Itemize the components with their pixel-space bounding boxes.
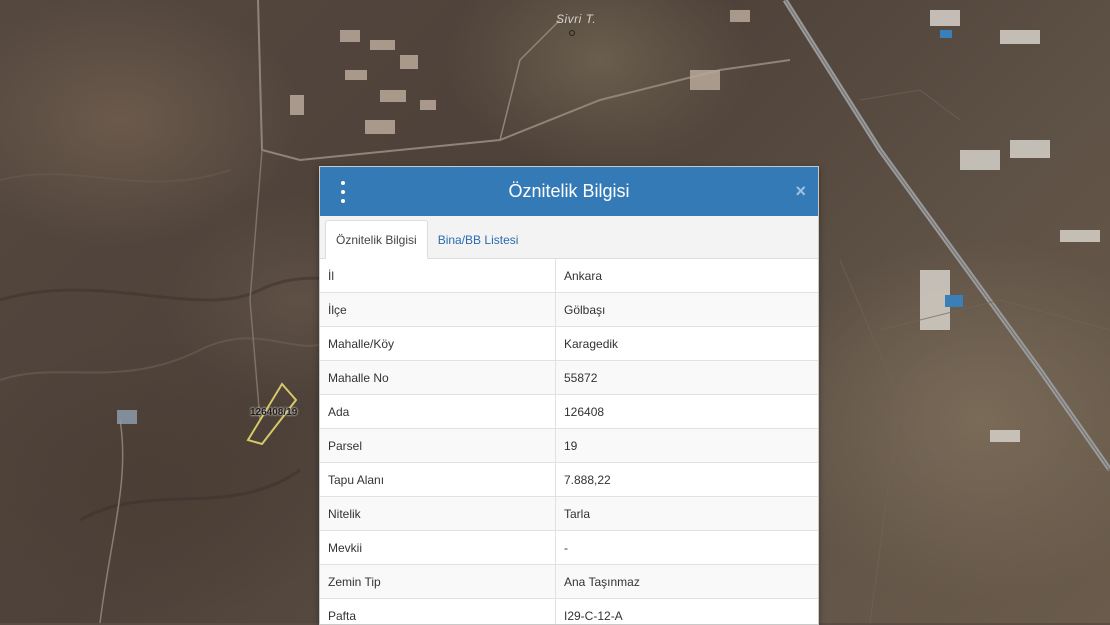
attr-key: İlçe bbox=[320, 293, 556, 327]
close-icon[interactable]: × bbox=[795, 181, 806, 201]
vertical-ellipsis-icon[interactable] bbox=[336, 181, 350, 203]
attr-value: 7.888,22 bbox=[556, 463, 819, 497]
table-row: Mevkii - bbox=[320, 531, 818, 565]
parcel-label: 126408/19 bbox=[250, 407, 297, 418]
attr-value: Karagedik bbox=[556, 327, 819, 361]
table-row: Ada 126408 bbox=[320, 395, 818, 429]
attribute-info-dialog: Öznitelik Bilgisi × Öznitelik Bilgisi Bi… bbox=[319, 166, 819, 625]
table-row: Mahalle/Köy Karagedik bbox=[320, 327, 818, 361]
attr-value: Ana Taşınmaz bbox=[556, 565, 819, 599]
attr-value: - bbox=[556, 531, 819, 565]
attr-key: Zemin Tip bbox=[320, 565, 556, 599]
attr-value: 19 bbox=[556, 429, 819, 463]
table-row: Zemin Tip Ana Taşınmaz bbox=[320, 565, 818, 599]
attr-value: 55872 bbox=[556, 361, 819, 395]
tab-building-list[interactable]: Bina/BB Listesi bbox=[428, 221, 529, 258]
table-row: Parsel 19 bbox=[320, 429, 818, 463]
attr-value: Tarla bbox=[556, 497, 819, 531]
table-row: İlçe Gölbaşı bbox=[320, 293, 818, 327]
dialog-title: Öznitelik Bilgisi bbox=[508, 181, 629, 202]
dialog-header: Öznitelik Bilgisi × bbox=[320, 167, 818, 216]
tab-attribute-info[interactable]: Öznitelik Bilgisi bbox=[325, 220, 428, 259]
attr-key: Parsel bbox=[320, 429, 556, 463]
table-row: Mahalle No 55872 bbox=[320, 361, 818, 395]
tab-bar: Öznitelik Bilgisi Bina/BB Listesi bbox=[320, 216, 818, 259]
table-row: Nitelik Tarla bbox=[320, 497, 818, 531]
table-row: Tapu Alanı 7.888,22 bbox=[320, 463, 818, 497]
attr-key: Tapu Alanı bbox=[320, 463, 556, 497]
table-row: İl Ankara bbox=[320, 259, 818, 293]
attr-key: Mahalle/Köy bbox=[320, 327, 556, 361]
attr-key: Pafta bbox=[320, 599, 556, 625]
peak-label: Sivri T. bbox=[556, 12, 596, 26]
attr-key: Mevkii bbox=[320, 531, 556, 565]
attr-value: Ankara bbox=[556, 259, 819, 293]
attr-key: İl bbox=[320, 259, 556, 293]
table-row: Pafta I29-C-12-A bbox=[320, 599, 818, 625]
attr-value: I29-C-12-A bbox=[556, 599, 819, 625]
attr-key: Ada bbox=[320, 395, 556, 429]
attr-key: Nitelik bbox=[320, 497, 556, 531]
attr-value: 126408 bbox=[556, 395, 819, 429]
attr-value: Gölbaşı bbox=[556, 293, 819, 327]
attr-key: Mahalle No bbox=[320, 361, 556, 395]
attribute-table: İl Ankara İlçe Gölbaşı Mahalle/Köy Karag… bbox=[320, 259, 818, 625]
peak-marker-icon bbox=[569, 30, 575, 36]
